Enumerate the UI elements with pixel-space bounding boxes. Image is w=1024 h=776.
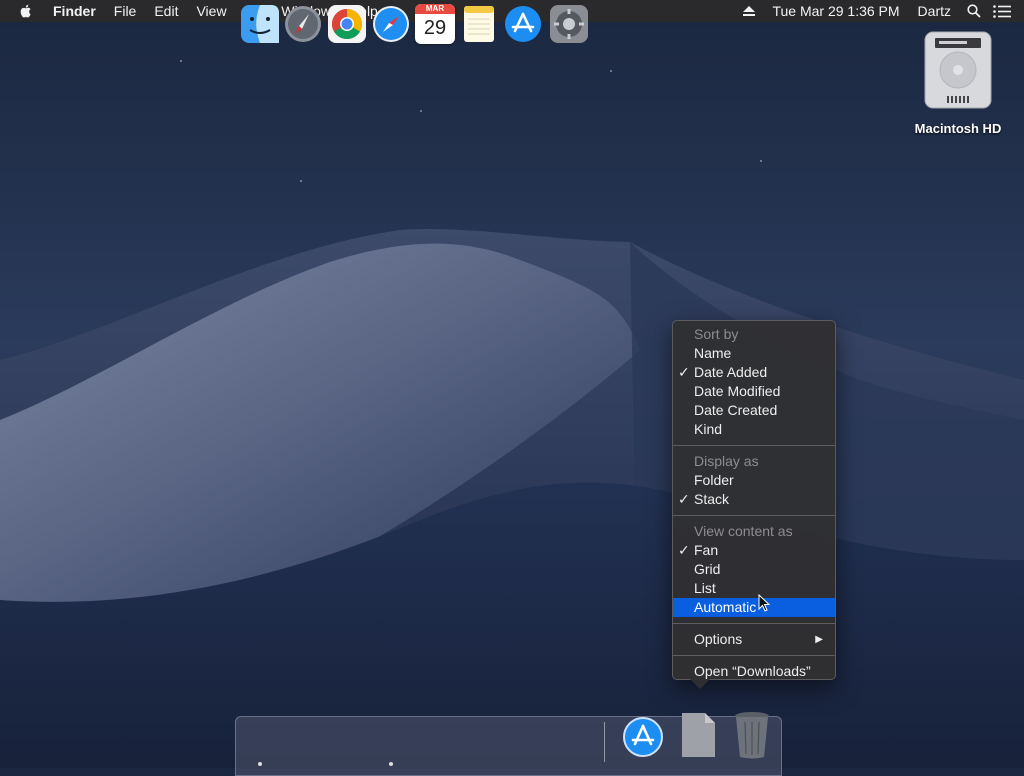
menu-item-label: Folder [694, 472, 734, 488]
hard-drive-icon[interactable] [921, 30, 995, 110]
desktop-wallpaper [0, 228, 1024, 768]
menu-item-label: Date Added [694, 364, 768, 380]
launchpad-icon[interactable] [283, 4, 323, 44]
star [300, 180, 302, 182]
menu-item-label: Grid [694, 561, 721, 577]
spotlight-search-icon[interactable] [960, 0, 988, 22]
checkmark-icon: ✓ [678, 542, 690, 558]
calendar-month: MAR [415, 4, 455, 14]
menu-item-view-grid[interactable]: Grid [673, 560, 835, 579]
app-store-icon[interactable] [503, 4, 543, 44]
context-menu-pointer [690, 679, 710, 689]
desktop-macintosh-hd[interactable]: Macintosh HD [902, 30, 1014, 136]
menu-item-label: Date Modified [694, 383, 781, 399]
apple-logo-icon[interactable] [18, 3, 34, 19]
dock-divider [604, 722, 605, 762]
menu-header-view-content-as: View content as [694, 523, 793, 539]
menu-item-options[interactable]: Options ▶ [673, 630, 835, 649]
notes-icon[interactable] [459, 4, 499, 44]
chrome-icon[interactable] [327, 4, 367, 44]
checkmark-icon: ✓ [678, 491, 690, 507]
star [610, 70, 612, 72]
running-indicator [389, 762, 393, 766]
menu-separator [673, 445, 835, 446]
menu-item-label: Automatic [694, 599, 757, 615]
menu-item-sort-date-added[interactable]: ✓ Date Added [673, 363, 835, 382]
menu-item-view-fan[interactable]: ✓ Fan [673, 541, 835, 560]
menu-item-display-folder[interactable]: Folder [673, 471, 835, 490]
menu-item-label: List [694, 580, 716, 596]
submenu-arrow-icon: ▶ [815, 634, 823, 645]
safari-icon[interactable] [371, 4, 411, 44]
menu-item-label: Stack [694, 491, 730, 507]
menu-item-sort-kind[interactable]: Kind [673, 420, 835, 439]
menu-item-view-list[interactable]: List [673, 579, 835, 598]
menu-separator [673, 515, 835, 516]
menubar-clock[interactable]: Tue Mar 29 1:36 PM [763, 0, 908, 22]
menu-item-label: Kind [694, 421, 723, 437]
running-indicator [258, 762, 262, 766]
menu-item-display-stack[interactable]: ✓ Stack [673, 490, 835, 509]
menu-item-label: Date Created [694, 402, 778, 418]
mouse-pointer-icon [758, 594, 770, 612]
menu-item-label: Options [694, 631, 743, 647]
eject-icon[interactable] [735, 0, 763, 22]
calendar-icon[interactable]: MAR 29 [415, 4, 455, 44]
downloads-context-menu: Sort by Name ✓ Date Added Date Modified D… [672, 320, 836, 680]
finder-icon[interactable] [240, 4, 280, 44]
applications-folder-icon[interactable] [622, 716, 664, 758]
menu-item-label: Open “Downloads” [694, 663, 811, 679]
menu-app-finder[interactable]: Finder [44, 0, 105, 22]
menu-item-label: Name [694, 345, 732, 361]
menu-separator [673, 655, 835, 656]
desktop-drive-label: Macintosh HD [914, 121, 1002, 136]
trash-icon[interactable] [733, 710, 771, 760]
menu-item-label: Fan [694, 542, 719, 558]
menu-file[interactable]: File [105, 0, 146, 22]
menu-item-sort-name[interactable]: Name [673, 344, 835, 363]
menu-item-view-automatic[interactable]: Automatic [673, 598, 835, 617]
notification-center-icon[interactable] [988, 0, 1016, 22]
menubar-user[interactable]: Dartz [909, 0, 960, 22]
star [180, 60, 182, 62]
checkmark-icon: ✓ [678, 364, 690, 380]
menu-separator [673, 623, 835, 624]
star [420, 110, 422, 112]
calendar-day: 29 [423, 17, 447, 39]
system-preferences-icon[interactable] [549, 4, 589, 44]
downloads-stack-icon[interactable] [679, 712, 717, 758]
menu-item-sort-date-created[interactable]: Date Created [673, 401, 835, 420]
menu-view[interactable]: View [187, 0, 235, 22]
menu-edit[interactable]: Edit [145, 0, 187, 22]
star [760, 160, 762, 162]
menu-header-display-as: Display as [694, 453, 759, 469]
menu-header-sort-by: Sort by [694, 326, 739, 342]
menu-item-sort-date-modified[interactable]: Date Modified [673, 382, 835, 401]
